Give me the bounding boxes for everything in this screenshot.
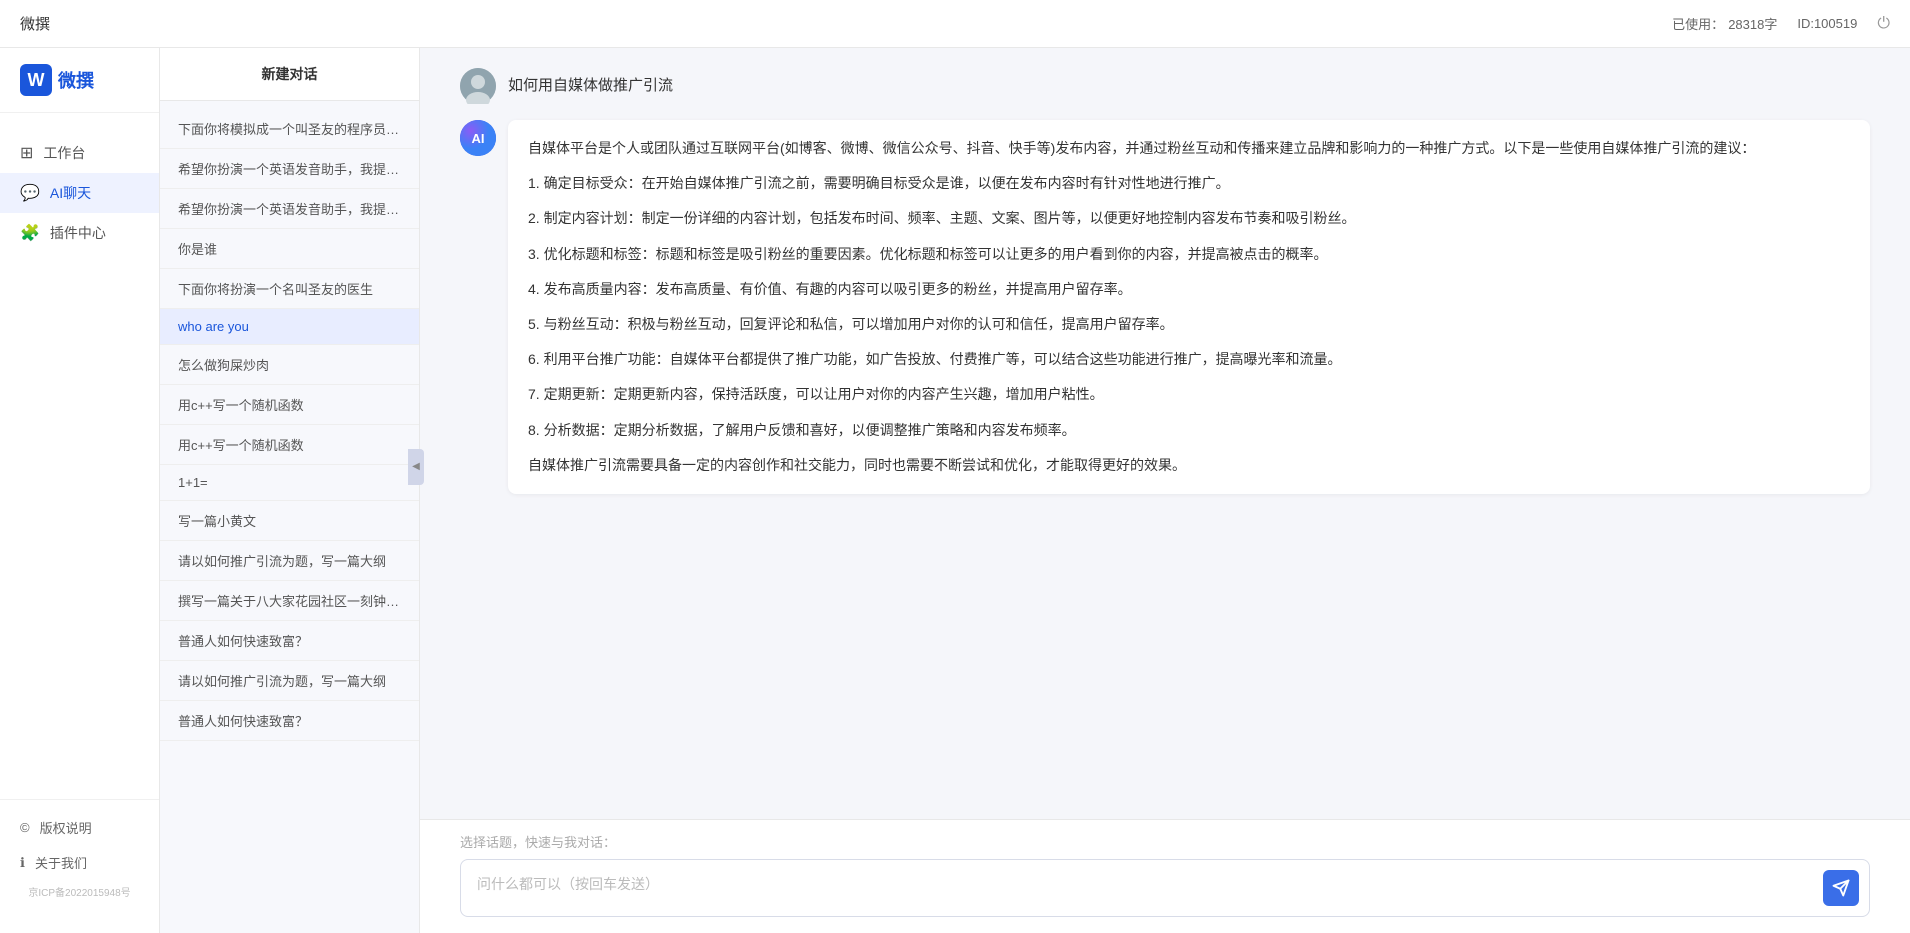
ai-para-6: 5. 与粉丝互动：积极与粉丝互动，回复评论和私信，可以增加用户对你的认可和信任，…	[528, 312, 1850, 337]
chat-sidebar: 新建对话 下面你将模拟成一个叫圣友的程序员，我说... 希望你扮演一个英语发音助…	[160, 48, 420, 933]
ai-chat-icon: 💬	[20, 183, 40, 203]
ai-para-10: 自媒体推广引流需要具备一定的内容创作和社交能力，同时也需要不断尝试和优化，才能取…	[528, 453, 1850, 478]
brand-name: 微撰	[58, 67, 94, 93]
sidebar-item-workspace[interactable]: ⊞ 工作台	[0, 133, 159, 173]
chat-history-item-4[interactable]: 你是谁	[160, 229, 419, 269]
chat-messages: 如何用自媒体做推广引流	[420, 48, 1910, 819]
chat-history-item-13[interactable]: 撰写一篇关于八大家花园社区一刻钟便民生...	[160, 581, 419, 621]
about-item[interactable]: ℹ 关于我们	[0, 845, 159, 880]
chat-input-area: 选择话题，快速与我对话：	[420, 819, 1910, 933]
about-icon: ℹ	[20, 855, 25, 871]
chat-main: 如何用自媒体做推广引流	[420, 48, 1910, 933]
ai-chat-label: AI聊天	[50, 183, 91, 203]
char-count-value: 28318字	[1728, 14, 1777, 33]
chat-history-item-12[interactable]: 请以如何推广引流为题，写一篇大纲	[160, 541, 419, 581]
logo-w-icon: W	[20, 64, 52, 96]
sidebar-item-ai-chat[interactable]: 💬 AI聊天	[0, 173, 159, 213]
char-count-area: 已使用： 28318字	[1672, 14, 1777, 33]
ai-para-5: 4. 发布高质量内容：发布高质量、有价值、有趣的内容可以吸引更多的粉丝，并提高用…	[528, 277, 1850, 302]
ai-para-3: 2. 制定内容计划：制定一份详细的内容计划，包括发布时间、频率、主题、文案、图片…	[528, 206, 1850, 231]
user-id: ID:100519	[1797, 16, 1857, 31]
chat-input[interactable]	[461, 860, 1823, 916]
ai-para-2: 1. 确定目标受众：在开始自媒体推广引流之前，需要明确目标受众是谁，以便在发布内…	[528, 171, 1850, 196]
chat-history-item-2[interactable]: 希望你扮演一个英语发音助手，我提供给你...	[160, 149, 419, 189]
send-button[interactable]	[1823, 870, 1859, 906]
icp-text: 京ICP备2022015948号	[0, 880, 159, 903]
chat-history-item-16[interactable]: 普通人如何快速致富？	[160, 701, 419, 741]
topbar-title: 微撰	[20, 13, 50, 34]
nav-bottom: © 版权说明 ℹ 关于我们 京ICP备2022015948号	[0, 799, 159, 913]
svg-text:AI: AI	[472, 131, 485, 146]
workspace-icon: ⊞	[20, 143, 33, 163]
ai-para-8: 7. 定期更新：定期更新内容，保持活跃度，可以让用户对你的内容产生兴趣，增加用户…	[528, 382, 1850, 407]
ai-para-7: 6. 利用平台推广功能：自媒体平台都提供了推广功能，如广告投放、付费推广等，可以…	[528, 347, 1850, 372]
ai-avatar: AI	[460, 120, 496, 156]
ai-message: AI 自媒体平台是个人或团队通过互联网平台(如博客、微博、微信公众号、抖音、快手…	[460, 120, 1870, 494]
plugin-label: 插件中心	[50, 223, 106, 243]
sidebar-item-plugin[interactable]: 🧩 插件中心	[0, 213, 159, 253]
user-message-text: 如何用自媒体做推广引流	[508, 68, 673, 95]
chat-history-item-11[interactable]: 写一篇小黄文	[160, 501, 419, 541]
topbar-right: 已使用： 28318字 ID:100519 ⏻	[1672, 14, 1890, 33]
user-message: 如何用自媒体做推广引流	[460, 68, 1870, 104]
chat-history-item-1[interactable]: 下面你将模拟成一个叫圣友的程序员，我说...	[160, 109, 419, 149]
chat-history-list: 下面你将模拟成一个叫圣友的程序员，我说... 希望你扮演一个英语发音助手，我提供…	[160, 101, 419, 933]
left-nav: W 微撰 ⊞ 工作台 💬 AI聊天 🧩 插件中心 © 版权说明	[0, 48, 160, 933]
power-icon[interactable]: ⏻	[1877, 15, 1890, 33]
copyright-icon: ©	[20, 820, 30, 835]
copyright-item[interactable]: © 版权说明	[0, 810, 159, 845]
chat-history-item-15[interactable]: 请以如何推广引流为题，写一篇大纲	[160, 661, 419, 701]
quick-topics-label: 选择话题，快速与我对话：	[460, 832, 1870, 851]
about-label: 关于我们	[35, 853, 87, 872]
new-chat-button[interactable]: 新建对话	[160, 48, 419, 101]
chat-history-item-7[interactable]: 怎么做狗屎炒肉	[160, 345, 419, 385]
ai-para-1: 自媒体平台是个人或团队通过互联网平台(如博客、微博、微信公众号、抖音、快手等)发…	[528, 136, 1850, 161]
input-box-wrapper	[460, 859, 1870, 917]
char-label: 已使用：	[1672, 14, 1724, 33]
plugin-icon: 🧩	[20, 223, 40, 243]
ai-avatar-inner: AI	[460, 120, 496, 156]
collapse-sidebar-button[interactable]: ◀	[408, 449, 424, 485]
chat-history-item-9[interactable]: 用c++写一个随机函数	[160, 425, 419, 465]
ai-para-4: 3. 优化标题和标签：标题和标签是吸引粉丝的重要因素。优化标题和标签可以让更多的…	[528, 242, 1850, 267]
message-group-1: 如何用自媒体做推广引流	[460, 68, 1870, 494]
copyright-label: 版权说明	[40, 818, 92, 837]
topbar: 微撰 已使用： 28318字 ID:100519 ⏻	[0, 0, 1910, 48]
chat-history-item-6[interactable]: who are you	[160, 309, 419, 345]
chat-history-item-10[interactable]: 1+1=	[160, 465, 419, 501]
chat-history-item-5[interactable]: 下面你将扮演一个名叫圣友的医生	[160, 269, 419, 309]
chat-history-item-8[interactable]: 用c++写一个随机函数	[160, 385, 419, 425]
user-avatar	[460, 68, 496, 104]
chat-history-item-14[interactable]: 普通人如何快速致富？	[160, 621, 419, 661]
workspace-label: 工作台	[43, 143, 85, 163]
nav-items: ⊞ 工作台 💬 AI聊天 🧩 插件中心	[0, 113, 159, 799]
logo-area: W 微撰	[0, 48, 159, 113]
ai-para-9: 8. 分析数据：定期分析数据，了解用户反馈和喜好，以便调整推广策略和内容发布频率…	[528, 418, 1850, 443]
ai-message-content: 自媒体平台是个人或团队通过互联网平台(如博客、微博、微信公众号、抖音、快手等)发…	[508, 120, 1870, 494]
chat-history-item-3[interactable]: 希望你扮演一个英语发音助手，我提供给你...	[160, 189, 419, 229]
